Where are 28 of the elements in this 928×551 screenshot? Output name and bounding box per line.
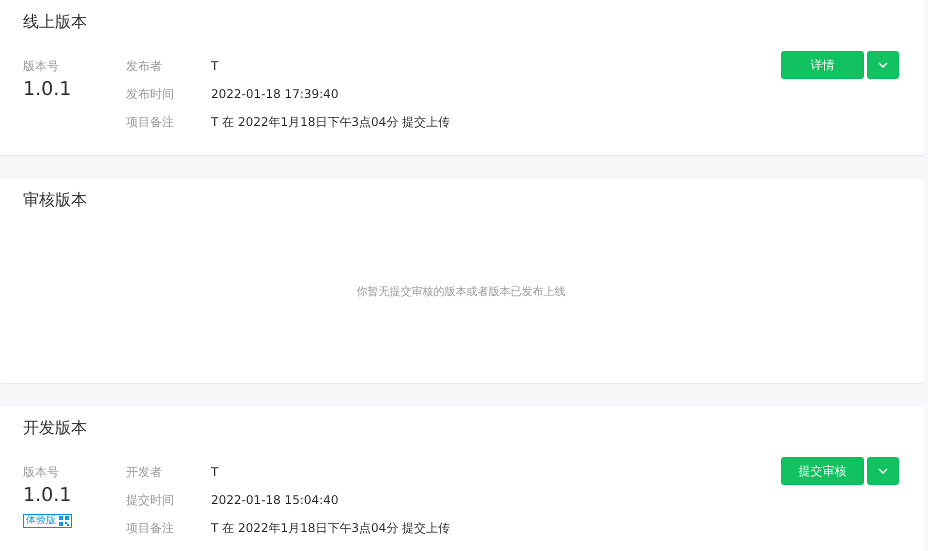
field-label: 版本号 [23,464,60,480]
version-number: 1.0.1 [23,77,72,102]
field-value: T [211,58,218,74]
dropdown-button[interactable] [867,457,899,485]
field-value: 2022-01-18 17:39:40 [211,86,338,102]
field-label: 项目备注 [126,520,175,536]
section-title: 开发版本 [23,417,88,439]
section-title: 线上版本 [23,11,88,33]
field-value: T 在 2022年1月18日下午3点04分 提交上传 [211,520,450,536]
chevron-down-icon [878,62,888,68]
version-number: 1.0.1 [23,483,72,508]
field-label: 开发者 [126,464,163,480]
qr-code-icon[interactable] [59,516,69,526]
field-value: T [211,464,218,480]
field-label: 发布者 [126,58,163,74]
chevron-down-icon [878,468,888,474]
field-label: 版本号 [23,58,60,74]
field-value: T 在 2022年1月18日下午3点04分 提交上传 [211,114,450,130]
field-label: 提交时间 [126,492,175,508]
field-value: 2022-01-18 15:04:40 [211,492,338,508]
field-label: 发布时间 [126,86,175,102]
tag-label: 体验版 [26,515,56,527]
dropdown-button[interactable] [867,51,899,79]
primary-button[interactable]: 详情 [781,51,864,79]
empty-message: 你暂无提交审核的版本或者版本已发布上线 [356,284,566,299]
section-title: 审核版本 [23,189,88,211]
primary-button[interactable]: 提交审核 [781,457,864,485]
field-label: 项目备注 [126,114,175,130]
